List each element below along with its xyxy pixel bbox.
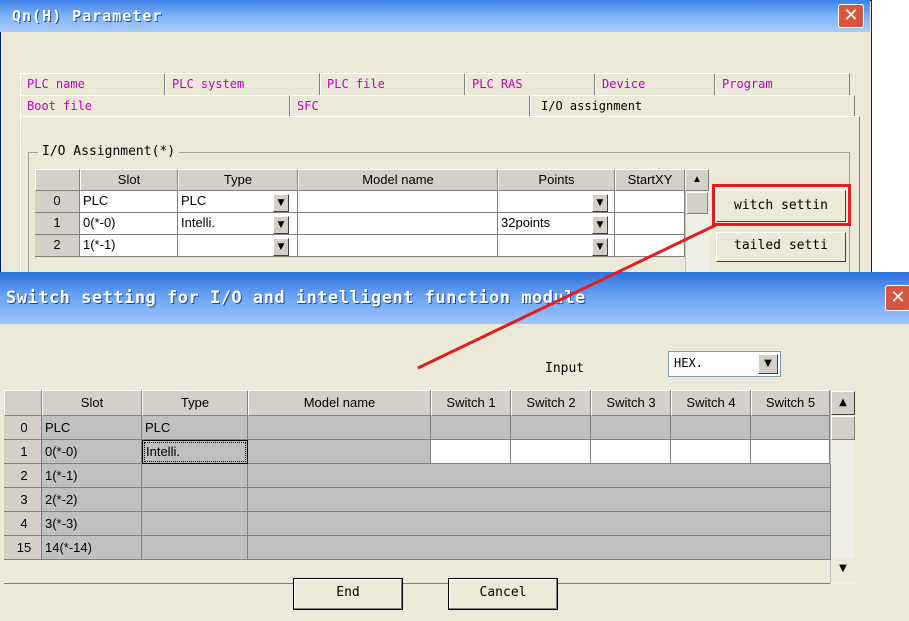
annotation-arrow — [417, 222, 719, 370]
